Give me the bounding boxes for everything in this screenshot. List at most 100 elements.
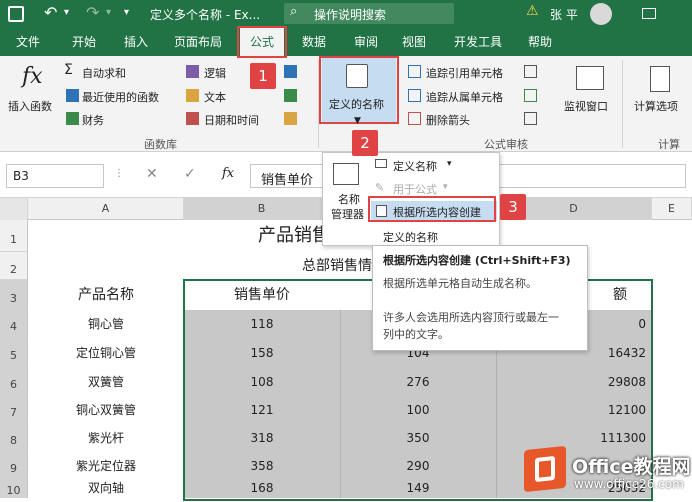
ribbon-display-icon[interactable] xyxy=(642,8,656,19)
row-header[interactable]: 2 xyxy=(0,252,28,280)
tab-view[interactable]: 视图 xyxy=(392,28,436,56)
math-icon[interactable] xyxy=(284,89,297,102)
insert-function-icon[interactable]: fx xyxy=(22,64,43,89)
search-box[interactable]: ⌕ 操作说明搜索 xyxy=(284,3,454,24)
step-badge: 1 xyxy=(250,63,276,89)
trace-precedents-button[interactable]: 追踪引用单元格 xyxy=(426,65,503,81)
tab-data[interactable]: 数据 xyxy=(292,28,336,56)
row-header[interactable]: 9 xyxy=(0,452,28,480)
row-header[interactable]: 6 xyxy=(0,368,28,396)
tab-review[interactable]: 审阅 xyxy=(344,28,388,56)
datetime-button[interactable]: 日期和时间 xyxy=(204,112,259,128)
cell-quantity[interactable]: 290 xyxy=(340,452,496,480)
cell-product[interactable]: 铜心管 xyxy=(28,310,184,339)
logic-button[interactable]: 逻辑 xyxy=(204,65,226,81)
row-header[interactable]: 1 xyxy=(0,220,28,252)
chevron-down-icon: ▾ xyxy=(447,159,452,169)
sheet-title[interactable]: 产品销售 xyxy=(184,220,340,252)
avatar[interactable] xyxy=(590,3,612,25)
column-header-e[interactable]: E xyxy=(652,198,692,220)
header-unit-price[interactable]: 销售单价 xyxy=(184,280,340,310)
chevron-down-icon: ▾ xyxy=(443,182,448,192)
insert-function-icon[interactable]: fx xyxy=(222,166,234,181)
user-name[interactable]: 张 平 xyxy=(550,6,578,23)
row-header[interactable]: 5 xyxy=(0,339,28,368)
header-product-name[interactable]: 产品名称 xyxy=(28,280,184,310)
sheet-subtitle[interactable]: 总部销售情 xyxy=(184,252,372,280)
cell-product[interactable]: 铜心双簧管 xyxy=(28,396,184,424)
recent-functions-button[interactable]: 最近使用的函数 xyxy=(82,89,159,105)
show-formulas-icon[interactable] xyxy=(524,65,537,78)
evaluate-formula-icon[interactable] xyxy=(524,112,537,125)
trace-dependents-button[interactable]: 追踪从属单元格 xyxy=(426,89,503,105)
error-check-icon[interactable] xyxy=(524,89,537,102)
ribbon-tabs: 文件 开始 插入 页面布局 公式 数据 审阅 视图 开发工具 帮助 xyxy=(0,28,692,56)
remove-arrows-button[interactable]: 删除箭头 xyxy=(426,112,470,128)
cancel-icon[interactable]: ✕ xyxy=(146,166,158,182)
undo-icon[interactable]: ↶ xyxy=(44,3,57,22)
tab-insert[interactable]: 插入 xyxy=(114,28,158,56)
cell-price[interactable]: 121 xyxy=(184,396,340,424)
name-manager-label[interactable]: 名称 xyxy=(337,191,361,207)
redo-dropdown-icon[interactable]: ▾ xyxy=(106,7,111,18)
enter-icon[interactable]: ✓ xyxy=(184,166,196,182)
column-header-a[interactable]: A xyxy=(28,198,184,220)
cell-product[interactable]: 双簧管 xyxy=(28,368,184,396)
autosum-button[interactable]: 自动求和 xyxy=(82,65,126,81)
save-icon[interactable] xyxy=(8,6,24,22)
tab-help[interactable]: 帮助 xyxy=(518,28,562,56)
group-formula-auditing: 公式审核 xyxy=(484,138,528,151)
header-amount[interactable]: 额 xyxy=(600,280,640,310)
tab-page-layout[interactable]: 页面布局 xyxy=(166,28,230,56)
tooltip-description: 列中的文字。 xyxy=(383,328,449,341)
row-header[interactable]: 4 xyxy=(0,310,28,339)
cell-product[interactable]: 紫光杆 xyxy=(28,424,184,452)
tab-home[interactable]: 开始 xyxy=(62,28,106,56)
more-functions-icon[interactable] xyxy=(284,112,297,125)
tab-file[interactable]: 文件 xyxy=(6,28,50,56)
cell-amount[interactable]: 29808 xyxy=(496,368,646,396)
insert-function-button[interactable]: 插入函数 xyxy=(8,98,52,114)
cell-product[interactable]: 双向轴 xyxy=(28,478,184,498)
row-header[interactable]: 3 xyxy=(0,280,28,310)
customize-qat-icon[interactable]: ▾ xyxy=(124,7,129,18)
finance-button[interactable]: 财务 xyxy=(82,112,104,128)
row-header[interactable]: 7 xyxy=(0,396,28,424)
tab-developer[interactable]: 开发工具 xyxy=(446,28,510,56)
finance-icon xyxy=(66,112,79,125)
column-header-b[interactable]: B xyxy=(184,198,340,220)
logic-icon xyxy=(186,65,199,78)
cell-product[interactable]: 定位铜心管 xyxy=(28,339,184,368)
cell-price[interactable]: 358 xyxy=(184,452,340,480)
cell-quantity[interactable]: 276 xyxy=(340,368,496,396)
row-header[interactable]: 8 xyxy=(0,424,28,452)
cell-price[interactable]: 158 xyxy=(184,339,340,368)
name-manager-label[interactable]: 管理器 xyxy=(331,206,364,222)
cell-amount[interactable]: 111300 xyxy=(496,424,646,452)
calc-options-button[interactable]: 计算选项 xyxy=(634,98,678,114)
row-header[interactable]: 10 xyxy=(0,480,28,498)
use-in-formula-item[interactable]: 用于公式 xyxy=(393,181,437,197)
define-name-item[interactable]: 定义名称 xyxy=(393,158,437,174)
cell-price[interactable]: 318 xyxy=(184,424,340,452)
watch-window-button[interactable]: 监视窗口 xyxy=(564,98,608,114)
step-badge: 2 xyxy=(352,130,378,156)
cell-price[interactable]: 168 xyxy=(184,478,340,498)
search-icon: ⌕ xyxy=(290,4,298,19)
cell-quantity[interactable]: 350 xyxy=(340,424,496,452)
cell-price[interactable]: 118 xyxy=(184,310,340,339)
cell-amount[interactable]: 12100 xyxy=(496,396,646,424)
name-box[interactable]: B3 xyxy=(6,164,104,188)
cell-product[interactable]: 紫光定位器 xyxy=(28,452,184,480)
select-all-corner[interactable] xyxy=(0,198,28,220)
autosum-icon: Σ xyxy=(64,62,73,78)
cell-quantity[interactable]: 100 xyxy=(340,396,496,424)
cell-quantity[interactable]: 149 xyxy=(340,478,496,498)
undo-dropdown-icon[interactable]: ▾ xyxy=(64,7,69,18)
group-function-library: 函数库 xyxy=(144,138,177,151)
tooltip-title: 根据所选内容创建 (Ctrl+Shift+F3) xyxy=(383,254,571,267)
cell-price[interactable]: 108 xyxy=(184,368,340,396)
redo-icon[interactable]: ↷ xyxy=(86,3,99,22)
lookup-icon[interactable] xyxy=(284,65,297,78)
text-button[interactable]: 文本 xyxy=(204,89,226,105)
